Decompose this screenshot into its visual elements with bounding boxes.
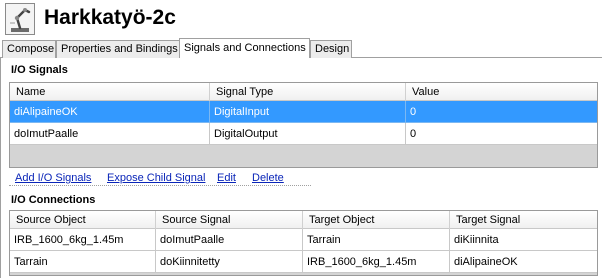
tab-compose[interactable]: Compose — [2, 40, 56, 58]
io-connections-heading: I/O Connections — [11, 194, 96, 206]
io-signals-header: Name Signal Type Value — [10, 83, 597, 101]
column-header-signal-type[interactable]: Signal Type — [210, 83, 406, 101]
column-header-name[interactable]: Name — [10, 83, 210, 101]
target-object-cell[interactable]: Tarrain — [303, 229, 450, 251]
io-signals-grid[interactable]: Name Signal Type Value diAlipaineOK Digi… — [9, 82, 598, 168]
actions-divider — [9, 185, 311, 186]
io-connections-grid[interactable]: Source Object Source Signal Target Objec… — [9, 210, 598, 276]
tab-design[interactable]: Design — [310, 40, 352, 58]
table-row[interactable]: doImutPaalle DigitalOutput 0 — [10, 123, 597, 145]
column-header-target-object[interactable]: Target Object — [303, 211, 450, 229]
signal-name-cell[interactable]: doImutPaalle — [10, 123, 210, 145]
target-signal-cell[interactable]: diKiinnita — [450, 229, 597, 251]
window-title: Harkkatyö-2c — [44, 6, 176, 29]
source-signal-cell[interactable]: doKiinnitetty — [156, 251, 303, 273]
signal-value-cell[interactable]: 0 — [406, 101, 597, 123]
signals-connections-panel: I/O Signals Name Signal Type Value diAli… — [0, 58, 602, 278]
column-header-source-signal[interactable]: Source Signal — [156, 211, 303, 229]
column-header-source-object[interactable]: Source Object — [10, 211, 156, 229]
robot-arm-icon — [5, 3, 35, 35]
delete-link[interactable]: Delete — [252, 172, 284, 184]
target-signal-cell[interactable]: diAlipaineOK — [450, 251, 597, 273]
signal-type-cell[interactable]: DigitalOutput — [210, 123, 406, 145]
tab-bar: Compose Properties and Bindings Signals … — [0, 38, 602, 58]
signal-type-cell[interactable]: DigitalInput — [210, 101, 406, 123]
tab-signals-and-connections[interactable]: Signals and Connections — [179, 38, 310, 58]
source-object-cell[interactable]: IRB_1600_6kg_1.45m — [10, 229, 156, 251]
table-row[interactable]: Tarrain doKiinnitetty IRB_1600_6kg_1.45m… — [10, 251, 597, 273]
signal-value-cell[interactable]: 0 — [406, 123, 597, 145]
edit-link[interactable]: Edit — [217, 172, 236, 184]
table-row[interactable]: IRB_1600_6kg_1.45m doImutPaalle Tarrain … — [10, 229, 597, 251]
tab-properties-and-bindings[interactable]: Properties and Bindings — [56, 40, 180, 58]
add-io-signals-link[interactable]: Add I/O Signals — [15, 172, 91, 184]
signal-name-cell[interactable]: diAlipaineOK — [10, 101, 210, 123]
io-connections-header: Source Object Source Signal Target Objec… — [10, 211, 597, 229]
io-signals-heading: I/O Signals — [11, 64, 68, 76]
source-object-cell[interactable]: Tarrain — [10, 251, 156, 273]
expose-child-signal-link[interactable]: Expose Child Signal — [107, 172, 205, 184]
source-signal-cell[interactable]: doImutPaalle — [156, 229, 303, 251]
table-row[interactable]: diAlipaineOK DigitalInput 0 — [10, 101, 597, 123]
title-bar: Harkkatyö-2c — [0, 0, 602, 40]
column-header-value[interactable]: Value — [406, 83, 597, 101]
target-object-cell[interactable]: IRB_1600_6kg_1.45m — [303, 251, 450, 273]
column-header-target-signal[interactable]: Target Signal — [450, 211, 597, 229]
